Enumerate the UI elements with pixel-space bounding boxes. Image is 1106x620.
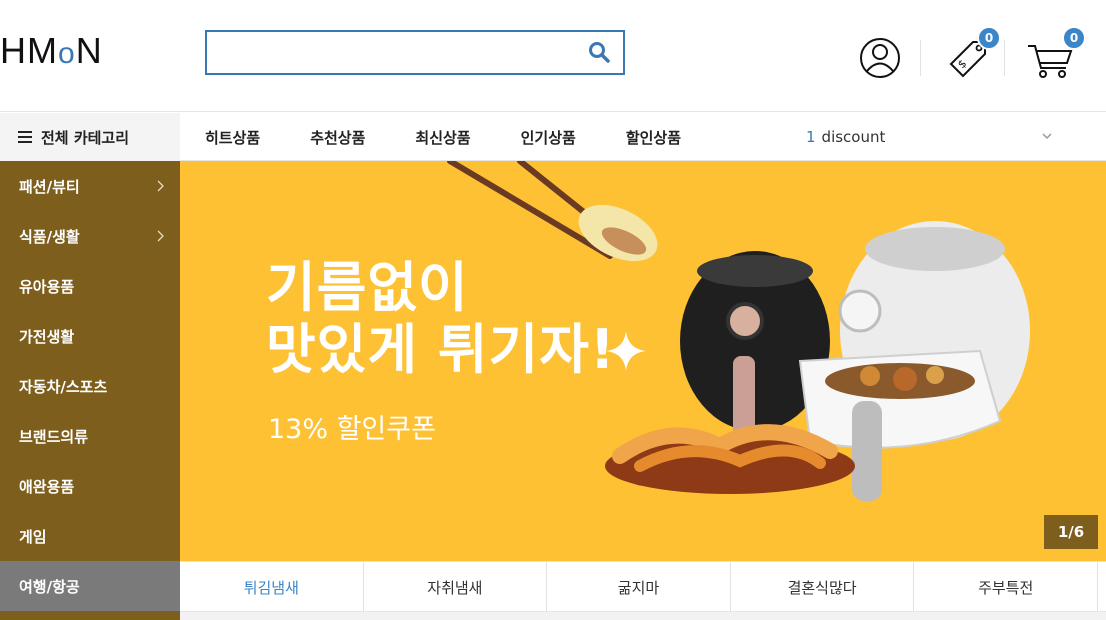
tab-homemaker-special[interactable]: 주부특전	[914, 562, 1098, 612]
logo-o: o	[58, 37, 76, 70]
price-tag-icon: $	[937, 33, 993, 90]
keyword-ticker[interactable]: 1 discount	[806, 113, 885, 161]
tab-solo-living[interactable]: 자취냄새	[364, 562, 548, 612]
sidebar-item-brand-clothing[interactable]: 브랜드의류	[0, 411, 180, 461]
all-categories-label: 전체 카테고리	[41, 128, 130, 147]
category-sidebar: 패션/뷰티 식품/생활 유아용품 가전생활 자동차/스포츠 브랜드의류 애완용품…	[0, 161, 180, 620]
nav-item-discount[interactable]: 할인상품	[626, 127, 681, 148]
sidebar-item-label: 애완용품	[19, 477, 75, 496]
cart-button[interactable]: 0	[1022, 26, 1086, 86]
header-divider	[1004, 40, 1005, 76]
air-fryer-image	[447, 161, 1030, 501]
header-divider	[920, 40, 921, 76]
sidebar-item-label: 패션/뷰티	[19, 177, 80, 196]
nav-item-recommended[interactable]: 추천상품	[310, 127, 365, 148]
main-banner[interactable]: 기름없이 맛있게 튀기자! 13% 할인쿠폰 1/6	[180, 161, 1106, 561]
search-icon[interactable]	[587, 40, 611, 64]
nav-menu: 히트상품 추천상품 최신상품 인기상품 할인상품	[180, 113, 706, 161]
user-account-button[interactable]	[852, 30, 908, 86]
sidebar-item-food-living[interactable]: 식품/생활	[0, 211, 180, 261]
sidebar-item-label: 가전생활	[19, 327, 75, 346]
chevron-right-icon	[154, 229, 166, 243]
nav-item-hit[interactable]: 히트상품	[205, 127, 260, 148]
main-nav: 전체 카테고리 히트상품 추천상품 최신상품 인기상품 할인상품 1 disco…	[0, 113, 1106, 161]
header: HMoN $ 0 0	[0, 0, 1106, 112]
nav-item-newest[interactable]: 최신상품	[415, 127, 470, 148]
ticker-index: 1	[806, 128, 816, 146]
banner-page-indicator: 1/6	[1044, 515, 1098, 549]
wishlist-button[interactable]: $ 0	[937, 26, 1001, 86]
sidebar-item-baby[interactable]: 유아용품	[0, 261, 180, 311]
chevron-down-icon[interactable]	[1038, 127, 1056, 145]
cart-count-badge: 0	[1062, 26, 1086, 50]
wishlist-count-badge: 0	[977, 26, 1001, 50]
tab-many-weddings[interactable]: 결혼식많다	[731, 562, 915, 612]
page-bottom-strip	[180, 612, 1106, 620]
sidebar-item-games[interactable]: 게임	[0, 511, 180, 561]
sidebar-item-label: 식품/생활	[19, 227, 80, 246]
tab-fried-smell[interactable]: 튀김냄새	[180, 562, 364, 612]
all-categories-button[interactable]: 전체 카테고리	[0, 113, 180, 161]
user-icon	[852, 38, 908, 90]
cart-icon	[1022, 45, 1078, 90]
search-box	[205, 30, 625, 75]
logo-prefix: HM	[0, 30, 58, 71]
search-input[interactable]	[207, 32, 577, 73]
banner-subtext: 13% 할인쿠폰	[268, 414, 436, 445]
sidebar-item-label: 브랜드의류	[19, 427, 89, 446]
sidebar-item-pets[interactable]: 애완용품	[0, 461, 180, 511]
sidebar-item-fashion-beauty[interactable]: 패션/뷰티	[0, 161, 180, 211]
tab-dont-starve[interactable]: 굶지마	[547, 562, 731, 612]
ticker-text: discount	[821, 128, 886, 146]
sidebar-item-label: 여행/항공	[19, 577, 80, 596]
sidebar-item-label: 유아용품	[19, 277, 75, 296]
hamburger-icon	[18, 128, 32, 146]
chevron-right-icon	[154, 179, 166, 193]
sidebar-item-label: 게임	[19, 527, 47, 546]
banner-tabs: 튀김냄새 자취냄새 굶지마 결혼식많다 주부특전	[180, 561, 1106, 612]
logo-suffix: N	[75, 30, 103, 71]
sidebar-item-label: 자동차/스포츠	[19, 377, 108, 396]
logo[interactable]: HMoN	[0, 30, 103, 72]
sidebar-item-travel[interactable]: 여행/항공	[0, 561, 180, 611]
sidebar-item-appliances[interactable]: 가전생활	[0, 311, 180, 361]
nav-item-popular[interactable]: 인기상품	[521, 127, 576, 148]
sidebar-item-auto-sports[interactable]: 자동차/스포츠	[0, 361, 180, 411]
